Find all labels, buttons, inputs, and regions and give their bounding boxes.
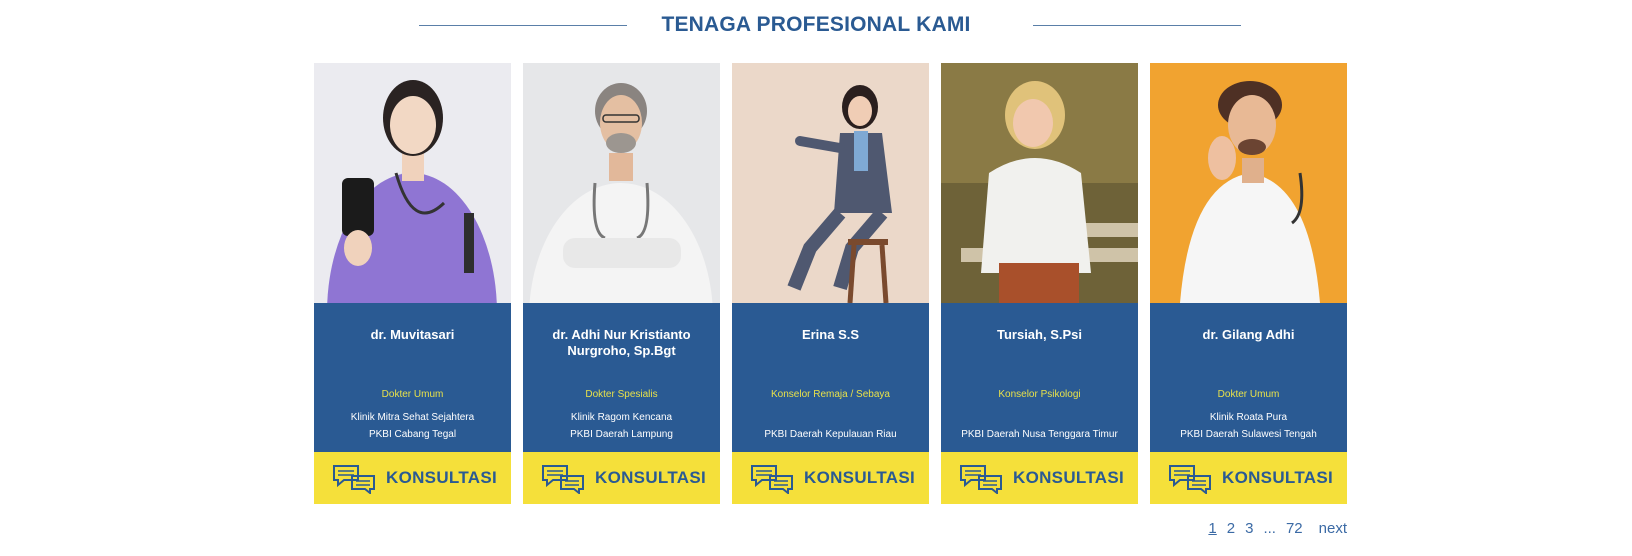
- professional-card: dr. Muvitasari Dokter Umum Klinik Mitra …: [314, 63, 511, 504]
- professional-clinic: Klinik Roata Pura: [1209, 412, 1288, 423]
- professional-name: Tursiah, S.Psi: [996, 327, 1082, 342]
- professional-clinic: Klinik Ragom Kencana: [570, 412, 673, 423]
- chat-bubbles-icon: [542, 465, 584, 494]
- page-link-last[interactable]: 72: [1286, 520, 1303, 537]
- pagination: 1 2 3 ... 72 next: [1208, 520, 1347, 537]
- professional-branch: PKBI Cabang Tegal: [368, 429, 457, 440]
- profile-photo: [314, 63, 511, 303]
- profile-photo: [523, 63, 720, 303]
- professional-name: dr. Muvitasari: [370, 327, 455, 342]
- consult-button[interactable]: KONSULTASI: [314, 452, 511, 504]
- page-link-2[interactable]: 2: [1227, 520, 1235, 537]
- card-info: dr. Muvitasari Dokter Umum Klinik Mitra …: [314, 303, 511, 452]
- chat-bubbles-icon: [751, 465, 793, 494]
- professional-card: Tursiah, S.Psi Konselor Psikologi PKBI D…: [941, 63, 1138, 504]
- consult-button-label: KONSULTASI: [1222, 468, 1333, 487]
- professional-role: Konselor Remaja / Sebaya: [771, 389, 890, 400]
- card-info: dr. Adhi Nur Kristianto Nurgroho, Sp.Bgt…: [523, 303, 720, 452]
- consult-button[interactable]: KONSULTASI: [941, 452, 1138, 504]
- chat-bubbles-icon: [1169, 465, 1211, 494]
- card-info: Tursiah, S.Psi Konselor Psikologi PKBI D…: [941, 303, 1138, 452]
- professional-card: dr. Gilang Adhi Dokter Umum Klinik Roata…: [1150, 63, 1347, 504]
- profile-photo: [732, 63, 929, 303]
- section-heading: TENAGA PROFESIONAL KAMI: [0, 10, 1632, 42]
- consult-button[interactable]: KONSULTASI: [732, 452, 929, 504]
- professional-branch: PKBI Daerah Nusa Tenggara Timur: [961, 429, 1118, 440]
- professional-cards: dr. Muvitasari Dokter Umum Klinik Mitra …: [314, 63, 1347, 504]
- chat-bubbles-icon: [333, 465, 375, 494]
- professional-role: Konselor Psikologi: [998, 389, 1081, 400]
- professional-role: Dokter Umum: [1217, 389, 1280, 400]
- professional-branch: PKBI Daerah Sulawesi Tengah: [1180, 429, 1317, 440]
- professional-role: Dokter Spesialis: [585, 389, 658, 400]
- next-page-link[interactable]: next: [1319, 520, 1347, 537]
- professional-role: Dokter Umum: [381, 389, 444, 400]
- profile-photo: [941, 63, 1138, 303]
- consult-button[interactable]: KONSULTASI: [523, 452, 720, 504]
- chat-bubbles-icon: [960, 465, 1002, 494]
- card-info: Erina S.S Konselor Remaja / Sebaya PKBI …: [732, 303, 929, 452]
- professional-name: Erina S.S: [801, 327, 860, 342]
- professional-card: Erina S.S Konselor Remaja / Sebaya PKBI …: [732, 63, 929, 504]
- page-link-3[interactable]: 3: [1245, 520, 1253, 537]
- professional-branch: PKBI Daerah Kepulauan Riau: [764, 429, 897, 440]
- card-info: dr. Gilang Adhi Dokter Umum Klinik Roata…: [1150, 303, 1347, 452]
- professional-card: dr. Adhi Nur Kristianto Nurgroho, Sp.Bgt…: [523, 63, 720, 504]
- professional-branch: PKBI Daerah Lampung: [570, 429, 673, 440]
- page-ellipsis: ...: [1263, 520, 1276, 537]
- professional-name: dr. Gilang Adhi: [1202, 327, 1295, 342]
- page-link-1[interactable]: 1: [1208, 520, 1216, 537]
- consult-button[interactable]: KONSULTASI: [1150, 452, 1347, 504]
- consult-button-label: KONSULTASI: [386, 468, 497, 487]
- section-title: TENAGA PROFESIONAL KAMI: [661, 13, 971, 36]
- professional-clinic: Klinik Mitra Sehat Sejahtera: [350, 412, 475, 423]
- professional-name: dr. Adhi Nur Kristianto Nurgroho, Sp.Bgt: [552, 327, 691, 358]
- profile-photo: [1150, 63, 1347, 303]
- consult-button-label: KONSULTASI: [1013, 468, 1124, 487]
- consult-button-label: KONSULTASI: [595, 468, 706, 487]
- heading-divider-right: [1033, 25, 1241, 26]
- consult-button-label: KONSULTASI: [804, 468, 915, 487]
